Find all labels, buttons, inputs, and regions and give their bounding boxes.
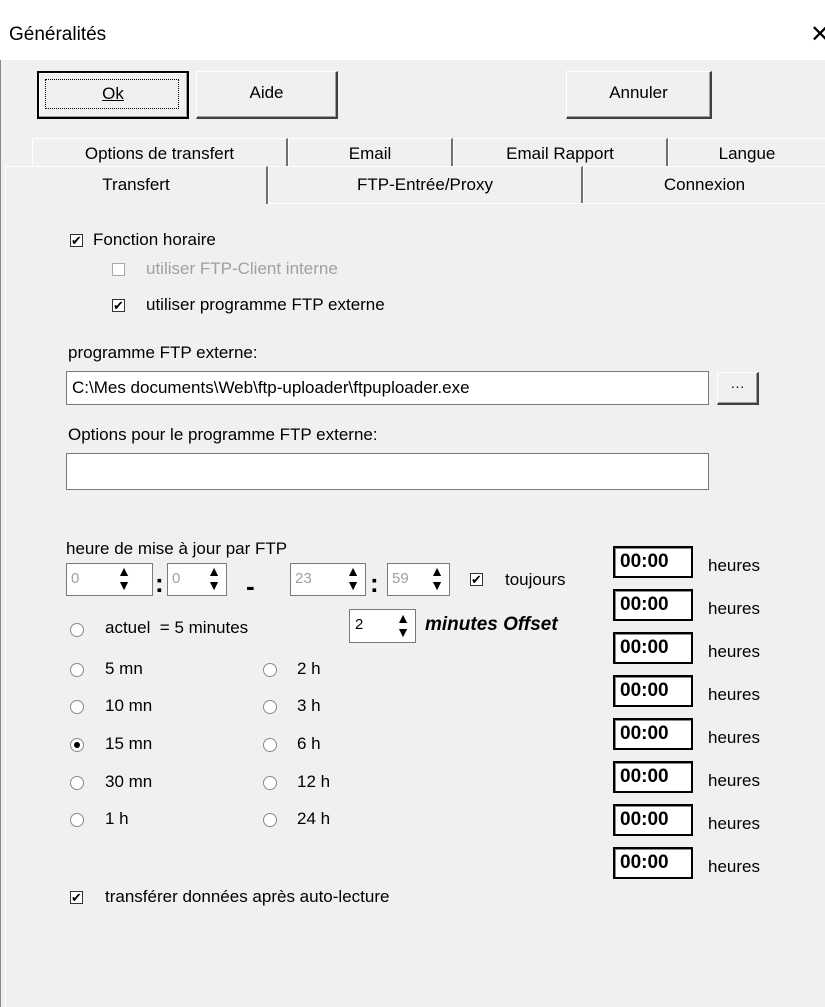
spinner-value: 0 [172, 570, 181, 587]
schedule-time-field[interactable]: 00:00 [613, 718, 693, 750]
tab-label: Connexion [663, 175, 746, 194]
interval-label: 12 h [297, 772, 331, 791]
interval-label: 10 mn [105, 696, 153, 715]
spinner-value: 23 [295, 570, 312, 587]
spin-arrows-icon[interactable]: ▲ ▼ [114, 564, 134, 595]
focus-rect [45, 79, 179, 109]
aide-button[interactable]: Aide [196, 71, 338, 119]
interval-label: 3 h [297, 696, 321, 715]
colon-separator: : [155, 568, 164, 598]
schedule-time-field[interactable]: 00:00 [613, 546, 693, 578]
window-border [0, 60, 1, 1007]
interval-label: 2 h [297, 659, 321, 678]
close-icon[interactable]: ✕ [810, 20, 825, 49]
schedule-time-field[interactable]: 00:00 [613, 675, 693, 707]
schedule-unit-label: heures [708, 556, 760, 575]
tab-email[interactable]: Email [288, 138, 453, 169]
offset-spinner[interactable]: 2 ▲ ▼ [349, 609, 416, 643]
interval-radio[interactable] [263, 738, 277, 752]
dash-separator: - [246, 571, 255, 601]
interval-radio[interactable] [263, 700, 277, 714]
tab-label: Email Rapport [506, 144, 614, 163]
schedule-time-field[interactable]: 00:00 [613, 847, 693, 879]
programme-input[interactable]: C:\Mes documents\Web\ftp-uploader\ftpupl… [66, 371, 709, 405]
programme-input-value: C:\Mes documents\Web\ftp-uploader\ftpupl… [72, 378, 470, 397]
heure-label: heure de mise à jour par FTP [66, 539, 288, 558]
tab-label: Langue [718, 144, 776, 163]
programme-label: programme FTP externe: [68, 343, 258, 362]
schedule-time-field[interactable]: 00:00 [613, 632, 693, 664]
annuler-button-label: Annuler [609, 83, 668, 102]
interval-radio[interactable] [263, 813, 277, 827]
browse-button-label: ··· [730, 378, 745, 394]
interval-radio[interactable] [263, 776, 277, 790]
schedule-unit-label: heures [708, 857, 760, 876]
tab-label: Transfert [102, 175, 170, 194]
interval-radio[interactable] [70, 738, 84, 752]
schedule-unit-label: heures [708, 642, 760, 661]
interval-radio[interactable] [70, 813, 84, 827]
options-label: Options pour le programme FTP externe: [68, 425, 378, 444]
spinner-value: 0 [71, 570, 80, 587]
interval-radio[interactable] [70, 776, 84, 790]
spin-arrows-icon[interactable]: ▲ ▼ [427, 564, 447, 595]
ftp-client-interne-label: utiliser FTP-Client interne [146, 259, 338, 278]
actuel-label: actuel = 5 minutes [105, 618, 249, 637]
interval-radio[interactable] [263, 663, 277, 677]
interval-radio[interactable] [70, 700, 84, 714]
spinner-value: 59 [392, 570, 409, 587]
time-from-hour-spinner[interactable]: 0 ▲ ▼ [66, 563, 153, 596]
interval-label: 24 h [297, 809, 331, 828]
time-from-minute-spinner[interactable]: 0 ▲ ▼ [167, 563, 227, 596]
browse-button[interactable]: ··· [717, 372, 759, 405]
schedule-time-field[interactable]: 00:00 [613, 804, 693, 836]
interval-label: 5 mn [105, 659, 143, 678]
interval-radio[interactable] [70, 663, 84, 677]
spin-arrows-icon[interactable]: ▲ ▼ [204, 564, 224, 595]
schedule-unit-label: heures [708, 599, 760, 618]
time-to-minute-spinner[interactable]: 59 ▲ ▼ [387, 563, 450, 596]
schedule-unit-label: heures [708, 771, 760, 790]
options-input[interactable] [66, 453, 709, 490]
spinner-value: 2 [355, 616, 364, 633]
transferer-label: transférer données après auto-lecture [105, 887, 390, 906]
tab-label: Email [348, 144, 392, 163]
toujours-checkbox[interactable]: ✔ [470, 573, 483, 586]
tab-transfert[interactable]: Transfert [5, 166, 268, 204]
annuler-button[interactable]: Annuler [566, 71, 712, 119]
interval-label: 6 h [297, 734, 321, 753]
title-bar [0, 0, 825, 60]
schedule-unit-label: heures [708, 814, 760, 833]
ftp-client-interne-checkbox [112, 263, 125, 276]
actuel-radio[interactable] [70, 623, 84, 637]
tab-email-rapport[interactable]: Email Rapport [453, 138, 668, 169]
ftp-externe-checkbox[interactable]: ✔ [112, 299, 125, 312]
schedule-unit-label: heures [708, 728, 760, 747]
ok-button[interactable]: Ok [37, 71, 189, 119]
fonction-horaire-label: Fonction horaire [93, 230, 216, 249]
time-to-hour-spinner[interactable]: 23 ▲ ▼ [290, 563, 366, 596]
interval-label: 15 mn [105, 734, 153, 753]
offset-label: minutes Offset [425, 614, 558, 635]
tab-connexion[interactable]: Connexion [583, 166, 825, 204]
aide-button-label: Aide [249, 83, 284, 102]
tab-langue[interactable]: Langue [668, 138, 825, 169]
transferer-checkbox[interactable]: ✔ [70, 891, 83, 904]
spin-arrows-icon[interactable]: ▲ ▼ [343, 564, 363, 595]
tab-options-transfert[interactable]: Options de transfert [32, 138, 288, 169]
schedule-time-field[interactable]: 00:00 [613, 761, 693, 793]
window-title: Généralités [9, 24, 107, 45]
colon-separator: : [370, 568, 379, 598]
interval-label: 30 mn [105, 772, 153, 791]
tab-label: Options de transfert [84, 144, 235, 163]
interval-label: 1 h [105, 809, 129, 828]
spin-arrows-icon[interactable]: ▲ ▼ [393, 611, 413, 642]
ftp-externe-label: utiliser programme FTP externe [146, 295, 385, 314]
toujours-label: toujours [505, 570, 566, 589]
schedule-unit-label: heures [708, 685, 760, 704]
schedule-time-field[interactable]: 00:00 [613, 589, 693, 621]
fonction-horaire-checkbox[interactable]: ✔ [70, 234, 83, 247]
tab-ftp-entree-proxy[interactable]: FTP-Entrée/Proxy [268, 166, 583, 204]
tab-label: FTP-Entrée/Proxy [356, 175, 494, 194]
